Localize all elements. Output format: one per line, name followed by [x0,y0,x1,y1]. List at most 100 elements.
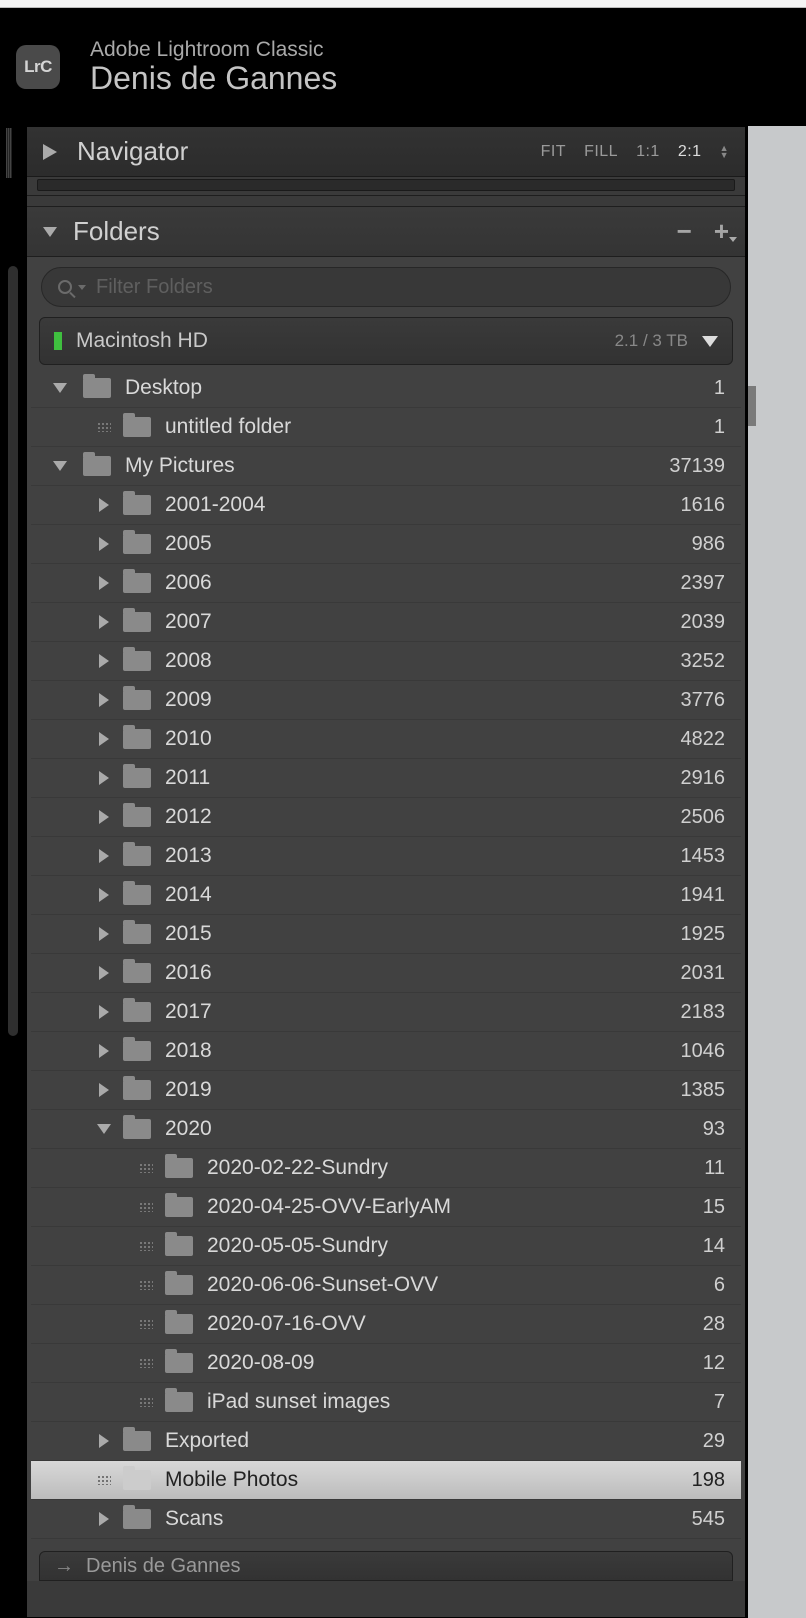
folder-name: 2019 [165,1078,681,1102]
folder-icon [123,885,151,905]
folder-row[interactable]: 20072039 [31,603,741,642]
leaf-dots-icon [135,1202,157,1212]
folder-row[interactable]: 20181046 [31,1032,741,1071]
chevron-right-icon[interactable] [93,771,115,785]
chevron-right-icon[interactable] [93,1005,115,1019]
folder-row[interactable]: 20162031 [31,954,741,993]
folder-row[interactable]: 20112916 [31,759,741,798]
folder-icon [123,534,151,554]
chevron-right-icon[interactable] [93,732,115,746]
folder-row[interactable]: Mobile Photos198 [31,1461,741,1500]
folder-count: 7 [714,1391,725,1414]
folder-row[interactable]: 20131453 [31,837,741,876]
folder-icon [123,495,151,515]
folder-icon [123,1080,151,1100]
chevron-right-icon[interactable] [93,537,115,551]
zoom-2-1[interactable]: 2:1 [678,143,702,161]
folder-icon [123,1119,151,1139]
folder-icon [165,1158,193,1178]
folder-row[interactable]: 2020-07-16-OVV28 [31,1305,741,1344]
folder-name: 2011 [165,766,681,790]
zoom-1-1[interactable]: 1:1 [636,143,660,161]
folder-icon [83,456,111,476]
folder-row[interactable]: 2005986 [31,525,741,564]
folder-name: 2020-07-16-OVV [207,1312,703,1336]
chevron-down-icon [43,227,57,237]
folder-icon [123,807,151,827]
folder-row[interactable]: 20141941 [31,876,741,915]
navigator-panel-header[interactable]: Navigator FIT FILL 1:1 2:1 ▲▼ [27,127,745,177]
right-gutter [746,126,806,1618]
folder-row[interactable]: 20151925 [31,915,741,954]
folder-count: 15 [703,1196,725,1219]
folder-row[interactable]: 2020-02-22-Sundry11 [31,1149,741,1188]
app-icon: LrC [16,45,60,89]
add-folder-button[interactable]: + [714,216,729,247]
folder-row[interactable]: 20122506 [31,798,741,837]
folder-row[interactable]: My Pictures37139 [31,447,741,486]
chevron-right-icon[interactable] [93,654,115,668]
folder-row[interactable]: untitled folder1 [31,408,741,447]
zoom-fit[interactable]: FIT [541,143,567,161]
folder-row[interactable]: 20062397 [31,564,741,603]
folders-panel-header[interactable]: Folders − + [27,207,745,257]
folder-icon [123,573,151,593]
chevron-down-icon[interactable] [49,383,71,393]
folder-row[interactable]: 2020-06-06-Sunset-OVV6 [31,1266,741,1305]
chevron-right-icon[interactable] [93,576,115,590]
chevron-right-icon[interactable] [93,1512,115,1526]
volume-name: Macintosh HD [76,329,615,353]
folder-count: 2397 [681,572,726,595]
filter-placeholder: Filter Folders [96,276,213,299]
filter-folders-input[interactable]: Filter Folders [41,267,731,307]
scrollbar[interactable] [8,266,18,1036]
zoom-stepper-icon[interactable]: ▲▼ [720,145,729,159]
chevron-right-icon[interactable] [93,615,115,629]
chevron-right-icon[interactable] [93,810,115,824]
navigator-zoom-controls: FIT FILL 1:1 2:1 ▲▼ [541,143,729,161]
chevron-down-icon[interactable] [93,1124,115,1134]
chevron-down-icon[interactable] [702,336,718,347]
folder-icon [123,1041,151,1061]
folder-row[interactable]: 20083252 [31,642,741,681]
folder-row[interactable]: 2020-05-05-Sundry14 [31,1227,741,1266]
folder-row[interactable]: 20191385 [31,1071,741,1110]
chevron-right-icon[interactable] [93,1434,115,1448]
window-chrome-top [0,0,806,8]
folder-icon [123,690,151,710]
chevron-right-icon[interactable] [93,498,115,512]
folder-row[interactable]: Desktop1 [31,369,741,408]
panel-grip-icon[interactable] [6,128,12,178]
folder-count: 986 [692,533,725,556]
folder-icon [123,1002,151,1022]
folder-row[interactable]: 2001-20041616 [31,486,741,525]
folder-row[interactable]: 202093 [31,1110,741,1149]
remove-folder-button[interactable]: − [677,216,692,247]
folder-row[interactable]: 20172183 [31,993,741,1032]
folder-name: 2020-08-09 [207,1351,703,1375]
folder-row[interactable]: 20093776 [31,681,741,720]
arrow-right-icon: → [54,1555,74,1578]
folder-row[interactable]: 2020-04-25-OVV-EarlyAM15 [31,1188,741,1227]
chevron-right-icon[interactable] [93,849,115,863]
chevron-right-icon[interactable] [93,1044,115,1058]
chevron-down-icon[interactable] [49,461,71,471]
volume-header[interactable]: → Denis de Gannes [39,1551,733,1581]
folder-count: 12 [703,1352,725,1375]
chevron-right-icon[interactable] [93,888,115,902]
chevron-right-icon[interactable] [93,1083,115,1097]
folder-icon [123,846,151,866]
folder-row[interactable]: Scans545 [31,1500,741,1539]
folder-row[interactable]: Exported29 [31,1422,741,1461]
chevron-right-icon[interactable] [93,966,115,980]
volume-header[interactable]: Macintosh HD 2.1 / 3 TB [39,317,733,365]
folder-row[interactable]: iPad sunset images7 [31,1383,741,1422]
folder-name: 2020-06-06-Sunset-OVV [207,1273,714,1297]
panel-collapse-handle[interactable] [748,386,756,426]
leaf-dots-icon [93,1475,115,1485]
folder-row[interactable]: 20104822 [31,720,741,759]
folder-row[interactable]: 2020-08-0912 [31,1344,741,1383]
chevron-right-icon[interactable] [93,927,115,941]
chevron-right-icon[interactable] [93,693,115,707]
zoom-fill[interactable]: FILL [584,143,618,161]
